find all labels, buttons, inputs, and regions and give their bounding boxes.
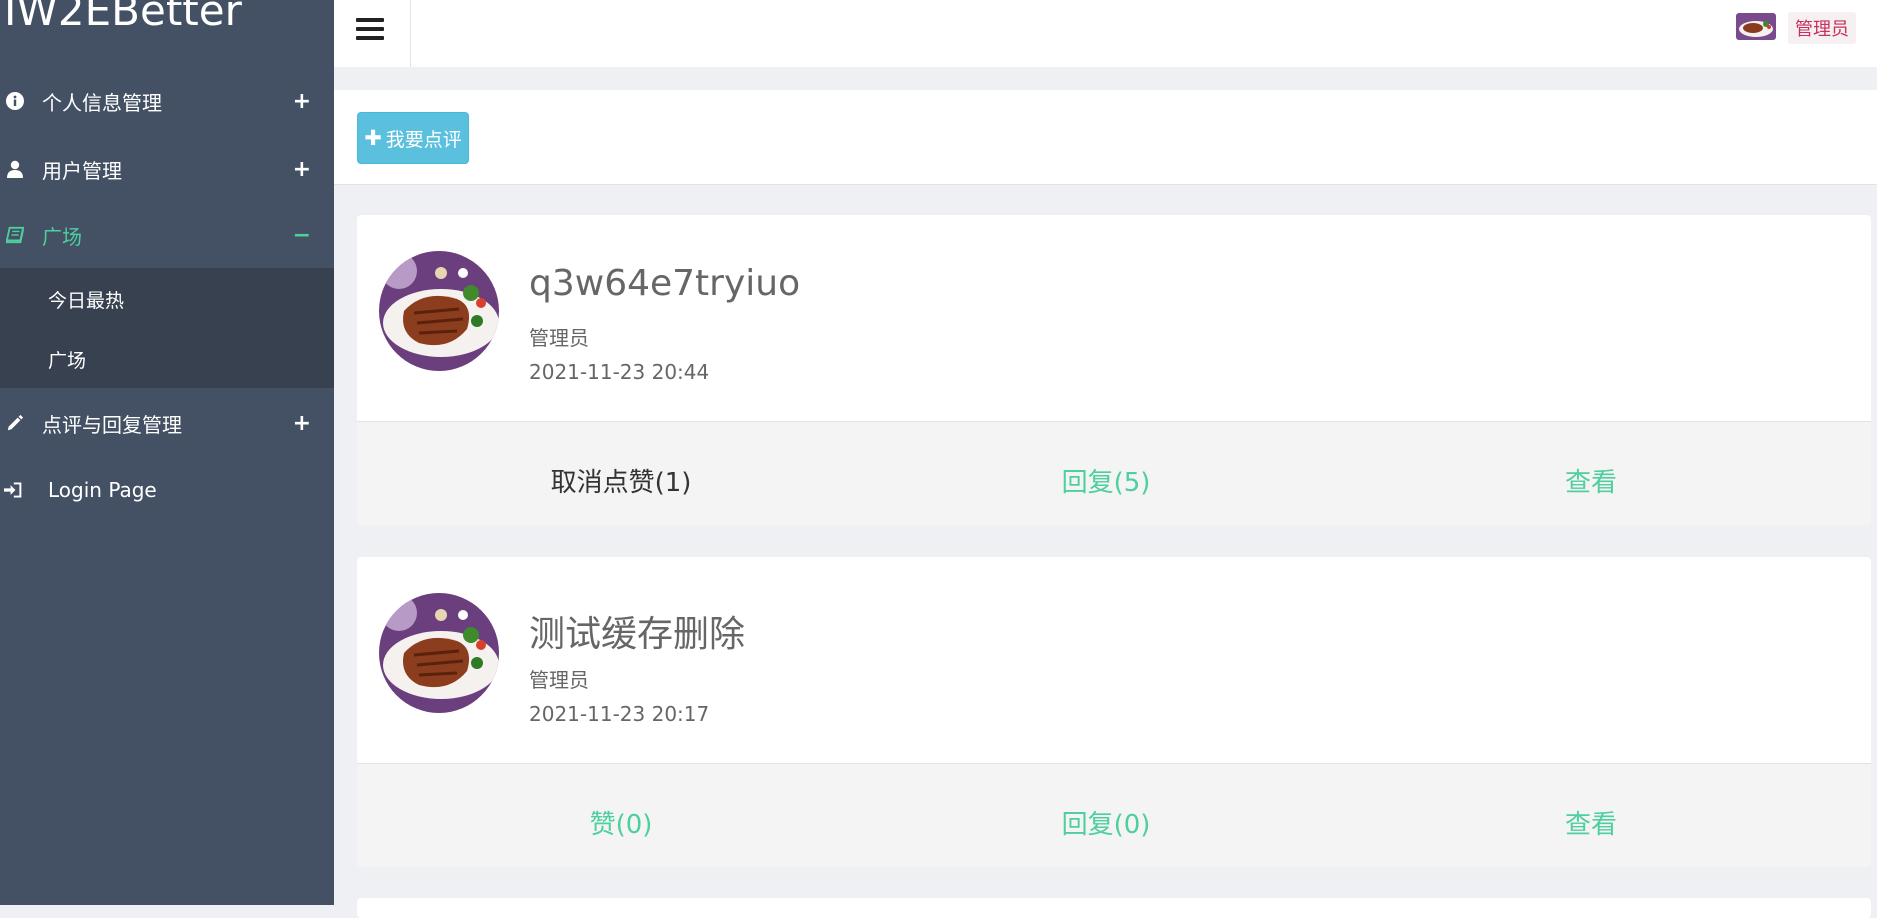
post-card: 测试缓存删除 管理员 2021-11-23 20:17 赞(0) 回复(0) 查… [357,557,1871,867]
post-actions: 赞(0) 回复(0) 查看 [357,763,1871,867]
sidebar-item-personal-info[interactable]: 个人信息管理 + [0,69,334,133]
sign-in-icon [4,481,22,499]
sidebar-item-label: 点评与回复管理 [42,412,182,437]
like-button[interactable]: 赞(0) [590,804,653,841]
reply-button[interactable]: 回复(5) [1062,462,1151,499]
info-icon [6,92,24,110]
expand-icon: + [292,88,311,114]
sidebar-item-label: 用户管理 [42,158,122,183]
view-button[interactable]: 查看 [1565,804,1617,841]
action-bar: ✚ 我要点评 [334,90,1877,185]
sidebar-item-label: 广场 [42,224,82,249]
post-author-role: 管理员 [529,326,589,350]
unlike-button[interactable]: 取消点赞(1) [551,462,692,499]
sidebar-submenu-plaza: 今日最热 广场 [0,268,334,388]
brand-logo[interactable]: IW2EBetter [4,0,242,35]
sidebar-item-user-management[interactable]: 用户管理 + [0,137,334,201]
collapse-icon: − [292,222,311,248]
expand-icon: + [292,410,311,436]
book-icon [6,226,24,244]
post-card: q3w64e7tryiuo 管理员 2021-11-23 20:44 取消点赞(… [357,215,1871,525]
post-card [357,898,1871,918]
post-timestamp: 2021-11-23 20:44 [529,360,710,384]
post-author-role: 管理员 [529,668,589,692]
post-title[interactable]: q3w64e7tryiuo [529,263,800,304]
post-avatar[interactable] [379,593,499,713]
add-review-label: 我要点评 [385,128,462,151]
sidebar-item-label: Login Page [48,478,157,502]
divider [410,0,411,67]
menu-toggle-icon[interactable] [356,18,384,42]
post-avatar[interactable] [379,251,499,371]
user-role-badge[interactable]: 管理员 [1788,12,1856,44]
sidebar-item-plaza[interactable]: 广场 − [0,203,334,267]
sidebar-subitem-plaza[interactable]: 广场 [48,346,86,373]
sidebar-item-label: 个人信息管理 [42,90,162,115]
sidebar-item-login-page[interactable]: Login Page [0,458,334,522]
top-navbar: 管理员 [334,0,1877,67]
post-timestamp: 2021-11-23 20:17 [529,702,710,726]
post-actions: 取消点赞(1) 回复(5) 查看 [357,421,1871,525]
reply-button[interactable]: 回复(0) [1062,804,1151,841]
plus-icon: ✚ [364,126,382,150]
post-title[interactable]: 测试缓存删除 [529,605,745,657]
add-review-button[interactable]: ✚ 我要点评 [357,112,469,164]
user-icon [6,160,24,178]
expand-icon: + [292,156,311,182]
view-button[interactable]: 查看 [1565,462,1617,499]
user-avatar[interactable] [1736,13,1776,40]
sidebar-item-review-management[interactable]: 点评与回复管理 + [0,391,334,455]
sidebar: IW2EBetter 个人信息管理 + 用户管理 + 广场 − 今日最热 广场 … [0,0,334,905]
pencil-icon [6,414,24,432]
sidebar-subitem-today-hot[interactable]: 今日最热 [48,286,124,313]
